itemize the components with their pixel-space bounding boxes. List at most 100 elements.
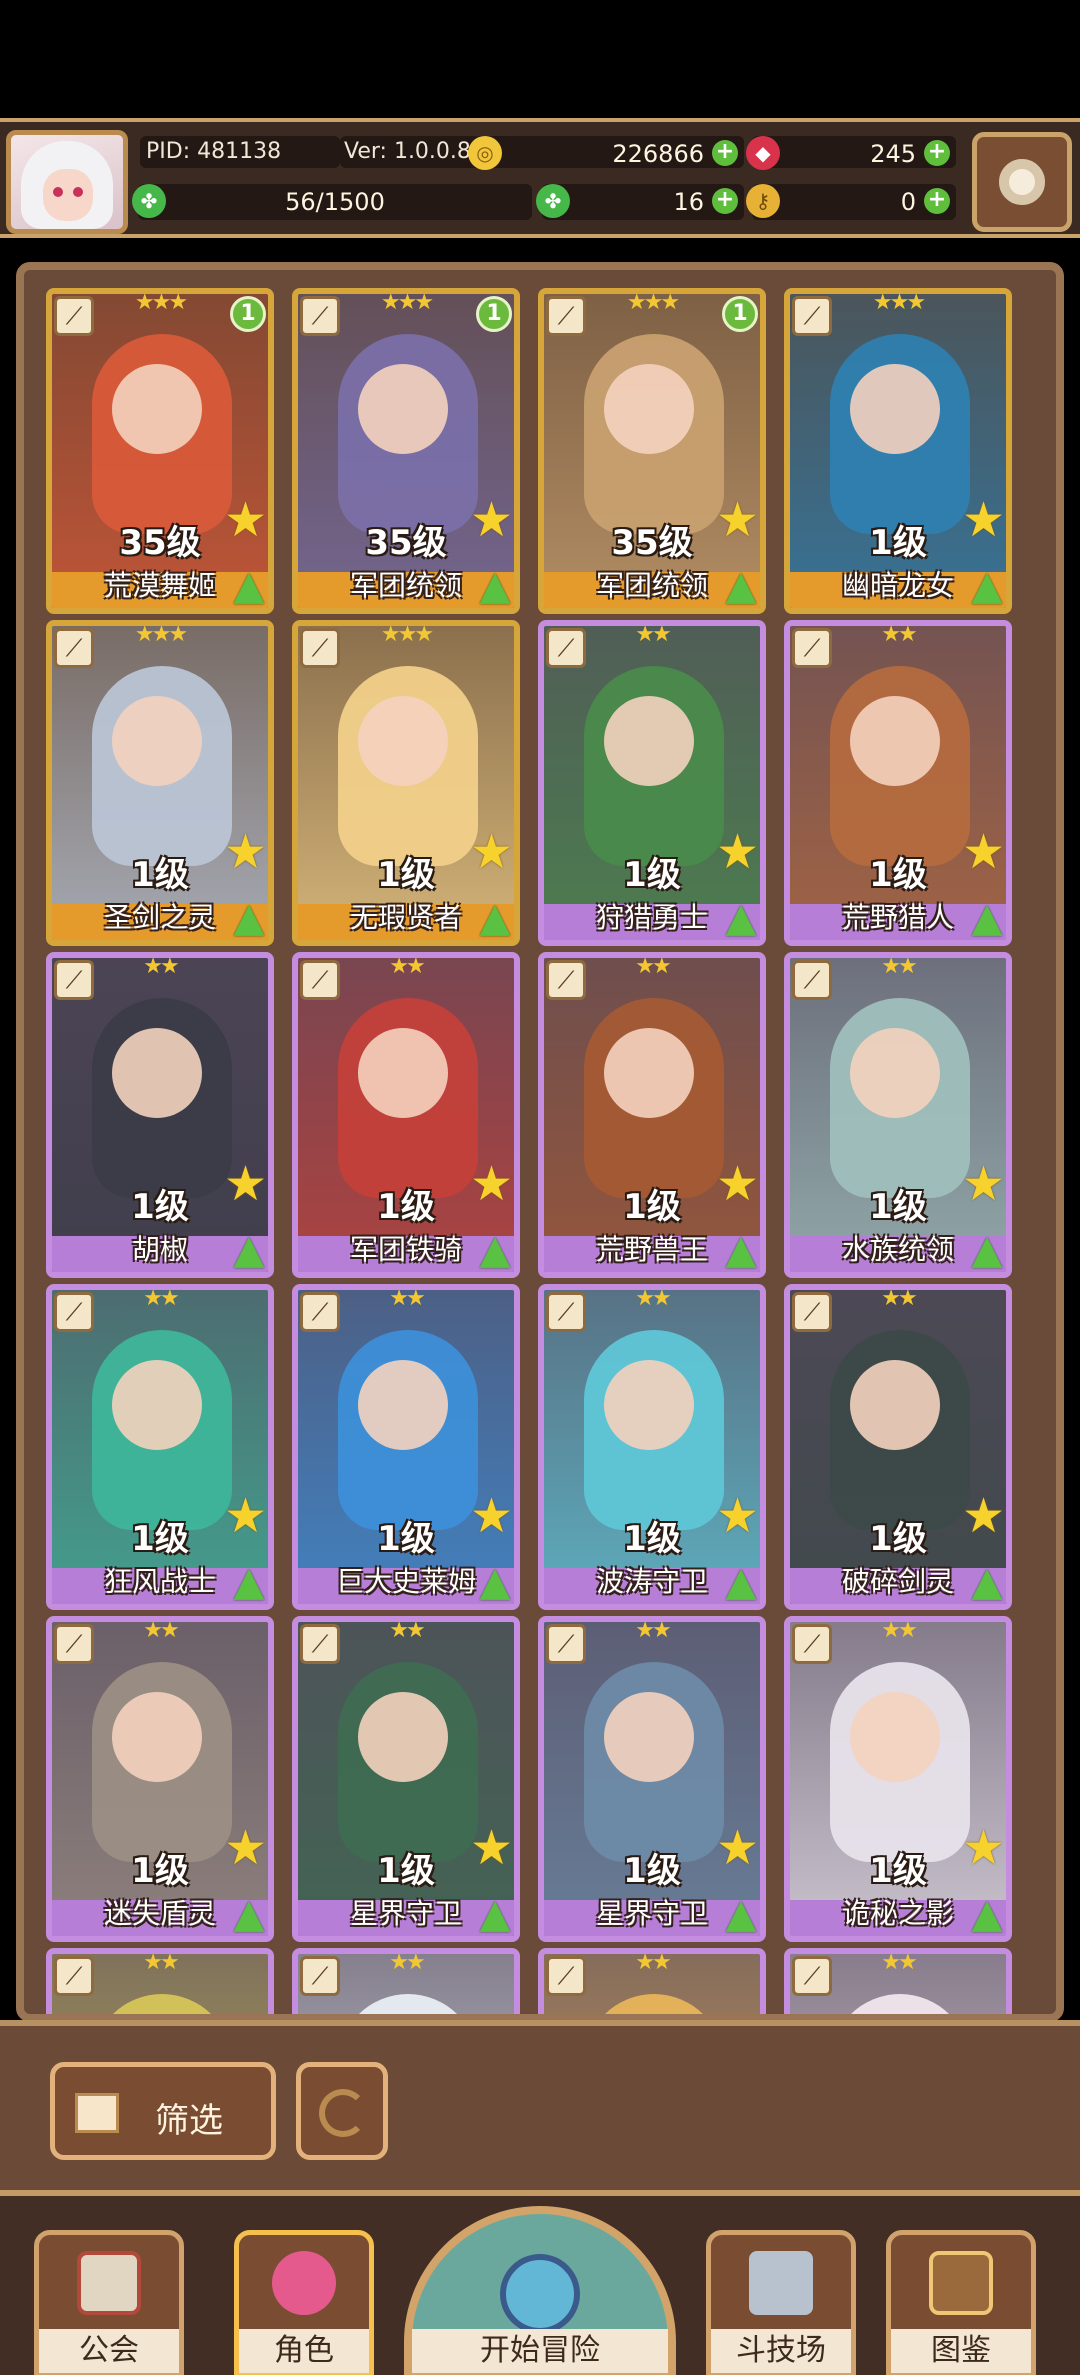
star-upgrade-icon[interactable]: ★ — [470, 496, 514, 544]
settings-button[interactable] — [972, 132, 1072, 232]
add-gem-button[interactable]: + — [924, 140, 950, 166]
level-up-arrow-icon[interactable]: ▲ — [226, 896, 268, 940]
character-card[interactable]: ⟋ ★★ 1级 狂风战士 ★ ▲ — [46, 1284, 274, 1610]
star-upgrade-icon[interactable]: ★ — [716, 1824, 760, 1872]
star-upgrade-icon[interactable]: ★ — [224, 1160, 268, 1208]
level-up-arrow-icon[interactable]: ▲ — [964, 896, 1006, 940]
filter-label: 筛选 — [155, 2101, 223, 2141]
star-upgrade-icon[interactable]: ★ — [470, 1492, 514, 1540]
nav-character[interactable]: 角色 — [234, 2230, 374, 2375]
level-up-arrow-icon[interactable]: ▲ — [718, 1228, 760, 1272]
star-upgrade-icon[interactable]: ★ — [224, 496, 268, 544]
level-up-arrow-icon[interactable]: ▲ — [964, 1892, 1006, 1936]
character-hair — [584, 1994, 724, 2014]
level-up-arrow-icon[interactable]: ▲ — [718, 1892, 760, 1936]
level-up-arrow-icon[interactable]: ▲ — [226, 564, 268, 608]
gem-value: 245 — [870, 140, 916, 168]
star-upgrade-icon[interactable]: ★ — [962, 828, 1006, 876]
rarity-stars: ★★ — [635, 954, 671, 979]
character-card[interactable]: ⟋ ★★ 1级 荒野兽王 ★ ▲ — [538, 952, 766, 1278]
level-up-arrow-icon[interactable]: ▲ — [718, 564, 760, 608]
star-upgrade-icon[interactable]: ★ — [470, 1160, 514, 1208]
level-up-arrow-icon[interactable]: ▲ — [472, 1228, 514, 1272]
player-avatar[interactable] — [6, 130, 128, 234]
character-card[interactable]: ⟋ ★★★ 1级 幽暗龙女 ★ ▲ — [784, 288, 1012, 614]
star-upgrade-icon[interactable]: ★ — [470, 828, 514, 876]
level-up-arrow-icon[interactable]: ▲ — [226, 1892, 268, 1936]
character-card[interactable]: ⟋ ★★★ 1 35级 军团统领 ★ ▲ — [292, 288, 520, 614]
level-up-arrow-icon[interactable]: ▲ — [964, 564, 1006, 608]
level-up-arrow-icon[interactable]: ▲ — [472, 564, 514, 608]
star-upgrade-icon[interactable]: ★ — [224, 1492, 268, 1540]
rarity-stars: ★★ — [881, 954, 917, 979]
rarity-stars: ★★ — [881, 622, 917, 647]
player-id: PID: 481138 — [140, 136, 340, 168]
character-card[interactable]: ⟋ ★★ — [46, 1948, 274, 2014]
character-card[interactable]: ⟋ ★★ 1级 水族统领 ★ ▲ — [784, 952, 1012, 1278]
star-upgrade-icon[interactable]: ★ — [716, 828, 760, 876]
rarity-stars: ★★★ — [134, 622, 188, 647]
nav-codex[interactable]: 图鉴 — [886, 2230, 1036, 2375]
character-card[interactable]: ⟋ ★★ — [538, 1948, 766, 2014]
add-clover-button[interactable]: + — [712, 188, 738, 214]
character-card[interactable]: ⟋ ★★★ 1 35级 荒漠舞姬 ★ ▲ — [46, 288, 274, 614]
ruby-icon: ◆ — [746, 136, 780, 170]
star-upgrade-icon[interactable]: ★ — [716, 496, 760, 544]
character-card[interactable]: ⟋ ★★★ 1 35级 军团统领 ★ ▲ — [538, 288, 766, 614]
game-app: PID: 481138 Ver: 1.0.0.8 ◎ 226866 + ◆ 24… — [0, 0, 1080, 2375]
level-up-arrow-icon[interactable]: ▲ — [964, 1560, 1006, 1604]
character-card[interactable]: ⟋ ★★ 1级 荒野猎人 ★ ▲ — [784, 620, 1012, 946]
character-card[interactable]: ⟋ ★★ 1级 诡秘之影 ★ ▲ — [784, 1616, 1012, 1942]
gold-coin-icon: ◎ — [468, 136, 502, 170]
star-upgrade-icon[interactable]: ★ — [962, 1492, 1006, 1540]
star-upgrade-icon[interactable]: ★ — [716, 1160, 760, 1208]
character-card[interactable]: ⟋ ★★ 1级 星界守卫 ★ ▲ — [538, 1616, 766, 1942]
nav-start-adventure[interactable]: 开始冒险 — [404, 2206, 676, 2375]
character-face — [112, 696, 202, 786]
character-card[interactable]: ⟋ ★★ 1级 迷失盾灵 ★ ▲ — [46, 1616, 274, 1942]
nav-guild[interactable]: 公会 — [34, 2230, 184, 2375]
level-up-arrow-icon[interactable]: ▲ — [472, 1560, 514, 1604]
character-card[interactable]: ⟋ ★★ 1级 巨大史莱姆 ★ ▲ — [292, 1284, 520, 1610]
character-card[interactable]: ⟋ ★★ 1级 星界守卫 ★ ▲ — [292, 1616, 520, 1942]
character-card[interactable]: ⟋ ★★ — [784, 1948, 1012, 2014]
star-upgrade-icon[interactable]: ★ — [962, 1824, 1006, 1872]
filter-button[interactable]: 筛选 — [50, 2062, 276, 2160]
level-up-arrow-icon[interactable]: ▲ — [718, 896, 760, 940]
level-up-arrow-icon[interactable]: ▲ — [472, 1892, 514, 1936]
character-card[interactable]: ⟋ ★★ 1级 破碎剑灵 ★ ▲ — [784, 1284, 1012, 1610]
nav-arena[interactable]: 斗技场 — [706, 2230, 856, 2375]
refresh-button[interactable] — [296, 2062, 388, 2160]
character-face — [358, 1692, 448, 1782]
notification-badge: 1 — [722, 296, 758, 332]
character-roster[interactable]: ⟋ ★★★ 1 35级 荒漠舞姬 ★ ▲ ⟋ ★★★ 1 35级 军团统领 ★ ▲ ⟋ ★★★ 1 35级 军团统领… — [16, 262, 1064, 2022]
character-card[interactable]: ⟋ ★★ 1级 军团铁骑 ★ ▲ — [292, 952, 520, 1278]
level-up-arrow-icon[interactable]: ▲ — [226, 1228, 268, 1272]
character-card[interactable]: ⟋ ★★ — [292, 1948, 520, 2014]
star-upgrade-icon[interactable]: ★ — [716, 1492, 760, 1540]
rarity-stars: ★★★ — [380, 622, 434, 647]
add-gold-button[interactable]: + — [712, 140, 738, 166]
level-up-arrow-icon[interactable]: ▲ — [226, 1560, 268, 1604]
character-card[interactable]: ⟋ ★★ 1级 狩猎勇士 ★ ▲ — [538, 620, 766, 946]
character-card[interactable]: ⟋ ★★★ 1级 圣剑之灵 ★ ▲ — [46, 620, 274, 946]
level-up-arrow-icon[interactable]: ▲ — [472, 896, 514, 940]
level-up-arrow-icon[interactable]: ▲ — [964, 1228, 1006, 1272]
star-upgrade-icon[interactable]: ★ — [470, 1824, 514, 1872]
star-upgrade-icon[interactable]: ★ — [962, 1160, 1006, 1208]
character-card[interactable]: ⟋ ★★★ 1级 无瑕贤者 ★ ▲ — [292, 620, 520, 946]
character-face — [604, 1360, 694, 1450]
star-upgrade-icon[interactable]: ★ — [224, 828, 268, 876]
star-upgrade-icon[interactable]: ★ — [224, 1824, 268, 1872]
character-face — [358, 1360, 448, 1450]
rarity-stars: ★★ — [635, 1950, 671, 1975]
character-card[interactable]: ⟋ ★★ 1级 胡椒 ★ ▲ — [46, 952, 274, 1278]
star-upgrade-icon[interactable]: ★ — [962, 496, 1006, 544]
character-card[interactable]: ⟋ ★★ 1级 波涛守卫 ★ ▲ — [538, 1284, 766, 1610]
rarity-stars: ★★ — [881, 1950, 917, 1975]
add-key-button[interactable]: + — [924, 188, 950, 214]
notification-badge: 1 — [476, 296, 512, 332]
character-face — [358, 1028, 448, 1118]
magnifier-map-icon — [500, 2254, 580, 2334]
level-up-arrow-icon[interactable]: ▲ — [718, 1560, 760, 1604]
